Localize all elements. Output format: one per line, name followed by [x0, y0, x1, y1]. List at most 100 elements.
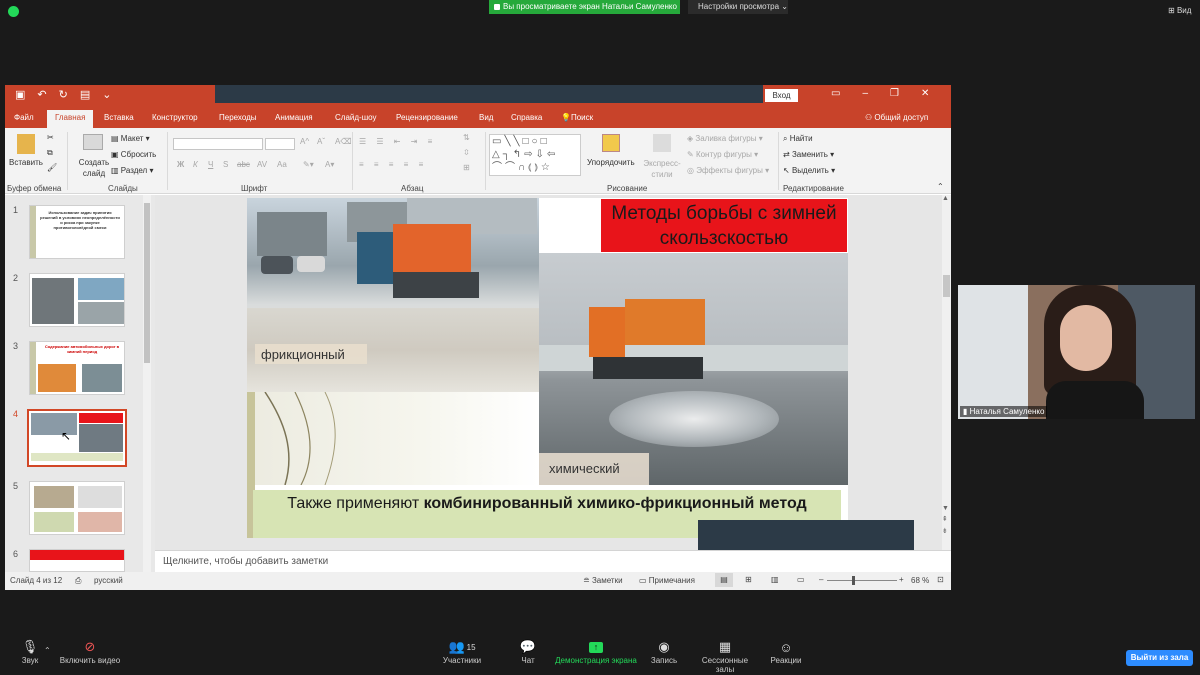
express-styles-button[interactable]: Экспресс-стили [641, 158, 683, 180]
align-buttons[interactable]: ≡ ≡ ≡ ≡ ≡ [359, 160, 427, 169]
bold-button[interactable]: Ж [177, 160, 184, 169]
login-button[interactable]: Вход [765, 89, 798, 102]
thumbnails-scrollbar[interactable] [143, 195, 151, 572]
tab-file[interactable]: Файл [14, 113, 34, 122]
smartart-icon[interactable]: ⊞ [463, 163, 470, 172]
tab-home[interactable]: Главная [47, 110, 94, 128]
shapes-gallery[interactable]: ▭╲╲□○□ △┐↰⇨⇩⇦ ⌒⌒∩⦅⦆☆ [489, 134, 581, 176]
zoom-level[interactable]: 68 % [911, 576, 929, 585]
increase-font-icon[interactable]: A^ [300, 137, 309, 146]
reading-view-icon[interactable]: ▥ [771, 575, 779, 584]
customize-qat-icon[interactable]: ⌄ [102, 88, 111, 101]
leave-meeting-button[interactable]: Выйти из зала [1126, 650, 1193, 666]
slide-thumbnail-5[interactable] [29, 481, 125, 535]
restore-icon[interactable]: ❐ [890, 88, 899, 99]
zoom-in-icon[interactable]: + [899, 575, 904, 584]
tab-help[interactable]: Справка [511, 113, 542, 122]
replace-button[interactable]: ⇄ Заменить ▾ [783, 150, 834, 159]
notes-pane[interactable]: Щелкните, чтобы добавить заметки [155, 550, 951, 572]
breakout-rooms-button[interactable]: ▦ Сессионные залы [692, 638, 758, 674]
record-button[interactable]: ◉ Запись [648, 638, 680, 665]
find-button[interactable]: ⌕ Найти [783, 134, 813, 144]
audio-options-icon[interactable]: ⌃ [44, 646, 51, 655]
share-screen-button[interactable]: ↑ Демонстрация экрана [555, 638, 637, 665]
redo-icon[interactable]: ↻ [59, 88, 68, 101]
italic-button[interactable]: К [193, 160, 198, 169]
audio-button[interactable]: 🎙 Звук [16, 638, 44, 665]
spellcheck-icon[interactable]: ⎙ [75, 576, 81, 586]
list-buttons[interactable]: ☰ ☰ ⇤ ⇥ ≡ [359, 137, 436, 146]
tab-slideshow[interactable]: Слайд-шоу [335, 113, 376, 122]
prev-slide-icon[interactable]: ⇞ [942, 515, 948, 523]
video-button[interactable]: ⊘ Включить видео [58, 638, 122, 665]
zoom-slider-handle[interactable] [852, 576, 855, 585]
scroll-down-icon[interactable]: ▼ [942, 505, 949, 512]
font-name-input[interactable] [173, 138, 263, 150]
slide-thumbnail-4[interactable] [27, 409, 127, 467]
minimize-icon[interactable]: – [862, 88, 868, 99]
slideshow-view-icon[interactable]: ▭ [797, 575, 805, 584]
scroll-thumb[interactable] [943, 275, 950, 297]
font-size-input[interactable] [265, 138, 295, 150]
reactions-button[interactable]: ☺ Реакции [770, 638, 802, 666]
undo-icon[interactable]: ↶ [37, 88, 46, 101]
tab-transitions[interactable]: Переходы [219, 113, 257, 122]
arrange-button[interactable]: Упорядочить [587, 158, 635, 167]
slide-thumbnail-3[interactable]: Содержание автомобильных дорог в зимний … [29, 341, 125, 395]
copy-icon[interactable]: ⧉ [47, 148, 53, 158]
chat-button[interactable]: 💬 Чат [514, 638, 542, 665]
scroll-thumb[interactable] [144, 203, 150, 363]
new-slide-button[interactable]: Создать слайд [77, 157, 111, 179]
view-settings-button[interactable]: Настройки просмотра ⌄ [688, 0, 788, 14]
comments-toggle[interactable]: ▭ Примечания [639, 576, 695, 585]
underline-button[interactable]: Ч [208, 160, 213, 169]
spacing-button[interactable]: AV [257, 160, 267, 169]
notes-toggle[interactable]: ≘ Заметки [583, 576, 623, 585]
tab-insert[interactable]: Вставка [104, 113, 134, 122]
tab-animations[interactable]: Анимация [275, 113, 313, 122]
align-text-icon[interactable]: ⇳ [463, 148, 470, 157]
select-button[interactable]: ↖ Выделить ▾ [783, 166, 835, 175]
scroll-up-icon[interactable]: ▲ [942, 195, 949, 202]
tab-view[interactable]: Вид [479, 113, 493, 122]
tab-search[interactable]: 💡Поиск [561, 113, 593, 122]
tab-review[interactable]: Рецензирование [396, 113, 458, 122]
format-painter-icon[interactable]: 🖌 [47, 163, 57, 172]
reset-button[interactable]: ▣ Сбросить [111, 150, 156, 159]
highlight-icon[interactable]: ✎▾ [303, 160, 314, 169]
change-case-button[interactable]: Aa [277, 160, 287, 169]
slide-scrollbar[interactable]: ▲ ▼ ⇞ ⇟ [942, 195, 951, 550]
ribbon-display-icon[interactable]: ▭ [831, 88, 840, 99]
shape-outline-button[interactable]: ✎ Контур фигуры ▾ [687, 150, 758, 159]
tab-design[interactable]: Конструктор [152, 113, 198, 122]
slide-thumbnail-1[interactable]: Использование задач принятия решений в у… [29, 205, 125, 259]
present-icon[interactable]: ▤ [80, 88, 90, 101]
language-label[interactable]: русский [94, 576, 123, 585]
fit-slide-icon[interactable]: ⊡ [937, 575, 944, 584]
slide-canvas[interactable]: фрикционный Методы борьбы с зимней сколь… [247, 198, 848, 538]
slide-thumbnail-2[interactable] [29, 273, 125, 327]
text-direction-icon[interactable]: ⇅ [463, 133, 470, 142]
section-button[interactable]: ▥ Раздел ▾ [111, 166, 153, 175]
next-slide-icon[interactable]: ⇟ [942, 527, 948, 535]
layout-button[interactable]: ▤ Макет ▾ [111, 134, 150, 143]
normal-view-icon[interactable]: ▤ [715, 573, 733, 587]
paste-button[interactable]: Вставить [9, 158, 43, 167]
clear-format-icon[interactable]: A⌫ [335, 137, 352, 146]
share-access-button[interactable]: ⚇ Общий доступ [865, 113, 928, 122]
collapse-ribbon-icon[interactable]: ⌃ [937, 182, 944, 191]
zoom-slider[interactable] [827, 576, 897, 585]
express-styles-icon[interactable] [653, 134, 671, 152]
arrange-icon[interactable] [602, 134, 620, 152]
new-slide-icon[interactable] [83, 134, 103, 150]
participant-video[interactable]: ▮ Наталья Самуленко [958, 285, 1195, 419]
view-button[interactable]: ⊞ Вид [1168, 6, 1191, 15]
save-icon[interactable]: ▣ [15, 88, 25, 101]
paste-icon[interactable] [17, 134, 35, 154]
sorter-view-icon[interactable]: ⊞ [745, 575, 752, 584]
strikethrough-button[interactable]: abc [237, 160, 250, 169]
zoom-out-icon[interactable]: – [819, 575, 823, 584]
security-shield-icon[interactable] [8, 6, 19, 17]
shadow-button[interactable]: S [223, 160, 228, 169]
slide-thumbnail-6[interactable] [29, 549, 125, 572]
